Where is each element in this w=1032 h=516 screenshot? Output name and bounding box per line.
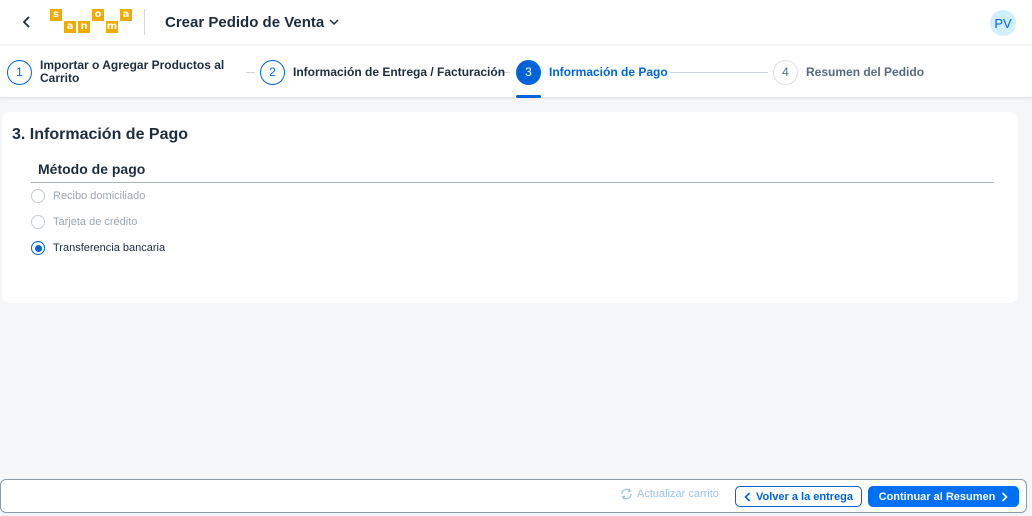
chevron-left-icon — [744, 491, 751, 502]
step-connector — [246, 72, 255, 73]
radio-label: Recibo domiciliado — [53, 190, 146, 202]
payment-section-card: 3. Información de Pago Método de pago Re… — [2, 112, 1018, 303]
back-to-delivery-button[interactable]: Volver a la entrega — [735, 486, 862, 507]
app-title: Crear Pedido de Venta — [165, 13, 325, 31]
radio-transferencia-bancaria[interactable]: Transferencia bancaria — [31, 239, 165, 257]
radio-button[interactable] — [31, 189, 45, 203]
continue-to-summary-button[interactable]: Continuar al Resumen — [868, 486, 1019, 507]
divider — [31, 182, 994, 183]
footer-toolbar: Actualizar carrito Volver a la entrega C… — [0, 479, 1027, 513]
next-button-label: Continuar al Resumen — [878, 490, 996, 503]
logo-tile: o — [92, 9, 104, 21]
step-number: 4 — [773, 59, 798, 85]
radio-button[interactable] — [31, 215, 45, 229]
user-avatar[interactable]: PV — [990, 10, 1016, 36]
step-label: Importar o Agregar Productos al Carrito — [40, 59, 224, 85]
step-number: 3 — [516, 59, 541, 85]
wizard-step-4[interactable]: 4 Resumen del Pedido — [773, 46, 924, 98]
payment-method-title: Método de pago — [38, 161, 146, 177]
radio-button[interactable] — [31, 241, 45, 255]
logo-tile: a — [64, 21, 76, 33]
app-title-menu[interactable]: Crear Pedido de Venta — [165, 14, 339, 31]
refresh-icon — [621, 488, 632, 500]
logo-tile: s — [50, 9, 62, 21]
step-connector — [670, 72, 768, 73]
header-divider — [144, 9, 145, 35]
step-label: Resumen del Pedido — [806, 64, 925, 79]
logo-tile: m — [106, 21, 118, 33]
refresh-cart-button[interactable]: Actualizar carrito — [620, 488, 719, 500]
radio-label: Transferencia bancaria — [53, 242, 166, 254]
wizard-progress-bar: 1 Importar o Agregar Productos al Carrit… — [0, 46, 1032, 98]
shell-bar: s a n o m a Crear Pedido de Venta PV — [0, 0, 1032, 44]
active-step-indicator — [516, 95, 541, 98]
radio-tarjeta-credito[interactable]: Tarjeta de crédito — [31, 213, 137, 231]
step-label: Información de Pago — [549, 64, 668, 79]
wizard-step-2[interactable]: 2 Información de Entrega / Facturación — [260, 46, 505, 98]
step-number: 2 — [260, 59, 285, 85]
back-arrow-icon[interactable] — [16, 11, 38, 33]
step-number: 1 — [7, 59, 32, 85]
chevron-down-icon — [329, 18, 339, 25]
logo-tile: n — [78, 21, 90, 33]
radio-label: Tarjeta de crédito — [53, 216, 138, 228]
section-title: 3. Información de Pago — [12, 126, 189, 143]
radio-recibo-domiciliado[interactable]: Recibo domiciliado — [31, 187, 145, 205]
wizard-step-1[interactable]: 1 Importar o Agregar Productos al Carrit… — [7, 46, 224, 98]
logo-tile: a — [120, 9, 132, 21]
wizard-step-3[interactable]: 3 Información de Pago — [516, 46, 668, 98]
chevron-right-icon — [1002, 491, 1009, 502]
refresh-cart-label: Actualizar carrito — [637, 488, 719, 500]
company-logo: s a n o m a — [50, 8, 138, 36]
step-label-line: Carrito — [40, 71, 80, 85]
step-label: Información de Entrega / Facturación — [293, 64, 506, 79]
back-button-label: Volver a la entrega — [755, 490, 853, 503]
